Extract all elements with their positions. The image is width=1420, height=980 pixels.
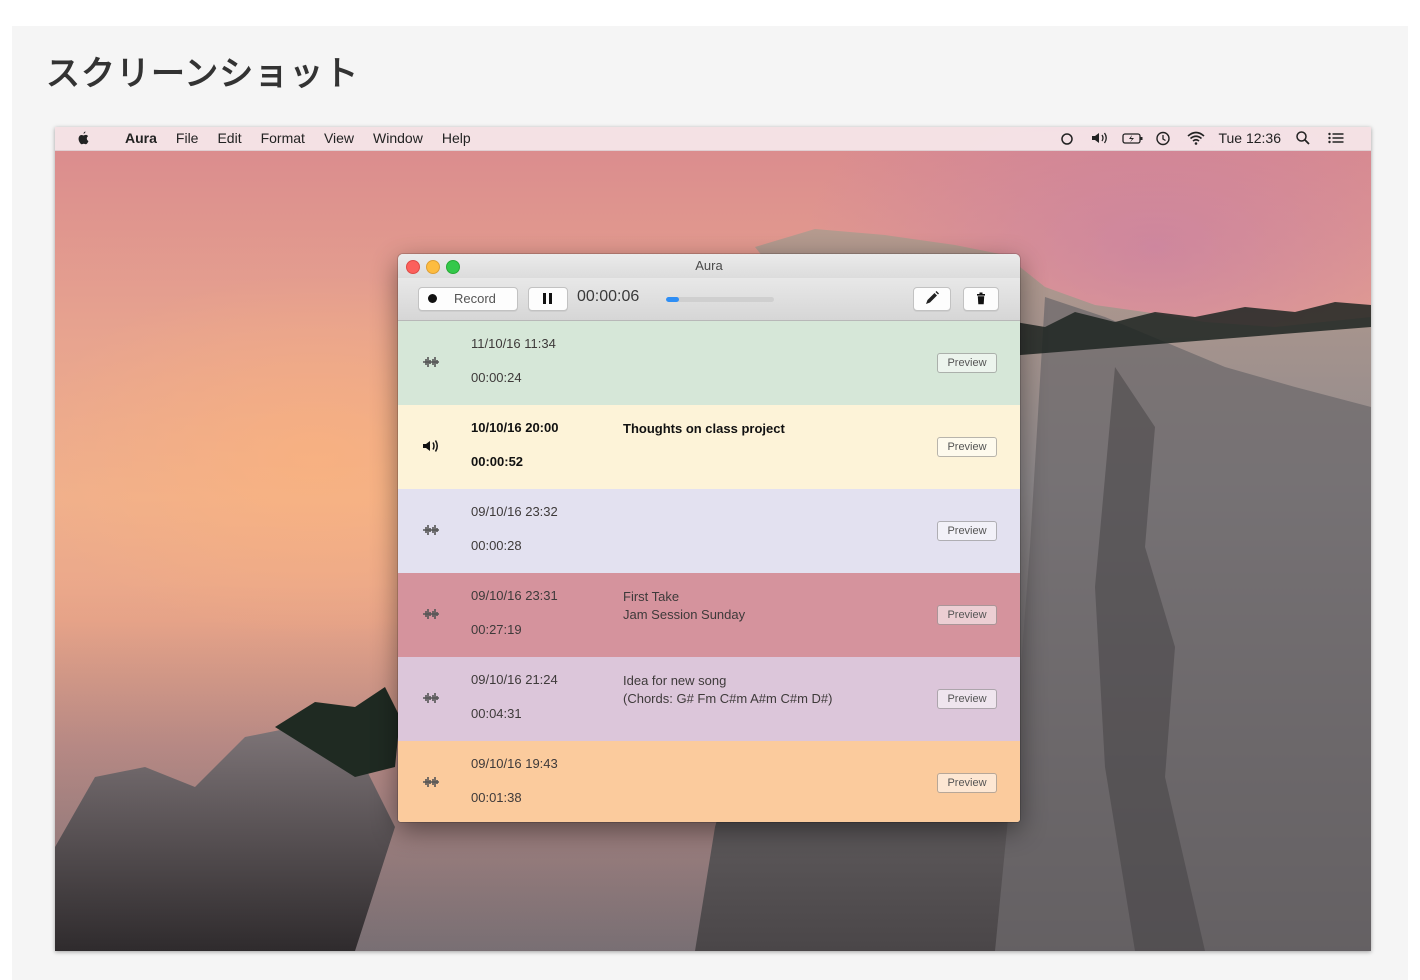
recording-duration: 00:27:19 xyxy=(471,622,522,637)
preview-button[interactable]: Preview xyxy=(937,521,997,541)
recording-progress-fill xyxy=(666,297,679,302)
window-title: Aura xyxy=(695,258,723,273)
preview-button[interactable]: Preview xyxy=(937,353,997,373)
recording-progress-bar xyxy=(666,297,774,302)
pause-button[interactable] xyxy=(528,287,568,311)
notification-center-icon[interactable] xyxy=(1327,130,1345,146)
preview-button[interactable]: Preview xyxy=(937,437,997,457)
recording-duration: 00:00:52 xyxy=(471,454,524,469)
recording-duration: 00:04:31 xyxy=(471,706,522,721)
spotlight-search-icon[interactable] xyxy=(1295,130,1313,146)
recording-row[interactable]: 10/10/16 20:00 00:00:52 Thoughts on clas… xyxy=(398,405,1020,489)
close-icon[interactable] xyxy=(406,260,420,274)
recordings-list: 11/10/16 11:34 00:00:24 Preview 10/10/16… xyxy=(398,321,1020,822)
waveform-icon xyxy=(423,693,439,703)
record-button[interactable]: Record xyxy=(418,287,518,311)
menu-edit[interactable]: Edit xyxy=(217,130,241,146)
recording-note: First Take Jam Session Sunday xyxy=(623,588,745,624)
waveform-icon xyxy=(423,609,439,619)
menu-app-name[interactable]: Aura xyxy=(125,130,157,146)
menubar-clock[interactable]: Tue 12:36 xyxy=(1218,130,1281,146)
speaker-playing-icon xyxy=(423,440,438,452)
record-button-label: Record xyxy=(454,291,496,306)
volume-icon[interactable] xyxy=(1090,130,1108,146)
recording-duration: 00:00:24 xyxy=(471,370,522,385)
menu-bar: Aura File Edit Format View Window Help T… xyxy=(55,127,1371,151)
recording-note: Thoughts on class project xyxy=(623,420,785,438)
battery-icon[interactable] xyxy=(1122,130,1143,146)
recording-row[interactable]: 09/10/16 23:31 00:27:19 First Take Jam Se… xyxy=(398,573,1020,657)
pencil-icon xyxy=(926,291,939,304)
trash-icon xyxy=(977,292,985,305)
recording-note-line1: Thoughts on class project xyxy=(623,421,785,436)
recording-note-line2: (Chords: G# Fm C#m A#m C#m D#) xyxy=(623,691,833,706)
pause-icon-bar xyxy=(549,293,552,304)
recording-duration: 00:00:28 xyxy=(471,538,522,553)
menu-window[interactable]: Window xyxy=(373,130,423,146)
recording-row[interactable]: 11/10/16 11:34 00:00:24 Preview xyxy=(398,321,1020,405)
waveform-icon xyxy=(423,777,439,787)
recording-row[interactable]: 09/10/16 21:24 00:04:31 Idea for new son… xyxy=(398,657,1020,741)
zoom-icon[interactable] xyxy=(446,260,460,274)
preview-button[interactable]: Preview xyxy=(937,605,997,625)
recording-row[interactable]: 09/10/16 19:43 00:01:38 Preview xyxy=(398,741,1020,822)
menu-help[interactable]: Help xyxy=(442,130,471,146)
menu-format[interactable]: Format xyxy=(261,130,305,146)
time-machine-icon[interactable] xyxy=(1154,130,1172,146)
menu-file[interactable]: File xyxy=(176,130,199,146)
recording-note-line1: First Take xyxy=(623,589,680,604)
recording-note-line1: Idea for new song xyxy=(623,673,727,688)
section-heading: スクリーンショット xyxy=(46,54,360,94)
desktop-screenshot: Aura File Edit Format View Window Help T… xyxy=(55,127,1371,951)
recording-duration: 00:01:38 xyxy=(471,790,522,805)
window-toolbar: Record 00:00:06 xyxy=(398,278,1020,321)
minimize-icon[interactable] xyxy=(426,260,440,274)
pause-icon xyxy=(543,293,546,304)
apple-icon[interactable] xyxy=(77,131,89,145)
waveform-icon xyxy=(423,357,439,367)
recording-date: 09/10/16 23:32 xyxy=(471,504,558,519)
wifi-icon[interactable] xyxy=(1186,130,1205,146)
recording-date: 09/10/16 23:31 xyxy=(471,588,558,603)
recording-date: 10/10/16 20:00 xyxy=(471,420,559,435)
recording-date: 11/10/16 11:34 xyxy=(471,336,556,351)
recording-date: 09/10/16 19:43 xyxy=(471,756,558,771)
recording-note-line2: Jam Session Sunday xyxy=(623,607,746,622)
preview-button[interactable]: Preview xyxy=(937,773,997,793)
waveform-icon xyxy=(423,525,439,535)
recording-date: 09/10/16 21:24 xyxy=(471,672,558,687)
aura-window: Aura Record 00:00:06 11/10/16 11:34 00:0… xyxy=(398,254,1020,822)
delete-button[interactable] xyxy=(963,287,999,311)
aura-status-icon[interactable] xyxy=(1058,130,1076,146)
recording-note: Idea for new song (Chords: G# Fm C#m A#m … xyxy=(623,672,833,708)
record-icon xyxy=(428,294,437,303)
window-titlebar[interactable]: Aura xyxy=(398,254,1020,278)
menu-view[interactable]: View xyxy=(324,130,354,146)
edit-button[interactable] xyxy=(913,287,951,311)
preview-button[interactable]: Preview xyxy=(937,689,997,709)
elapsed-time: 00:00:06 xyxy=(577,288,640,305)
recording-row[interactable]: 09/10/16 23:32 00:00:28 Preview xyxy=(398,489,1020,573)
